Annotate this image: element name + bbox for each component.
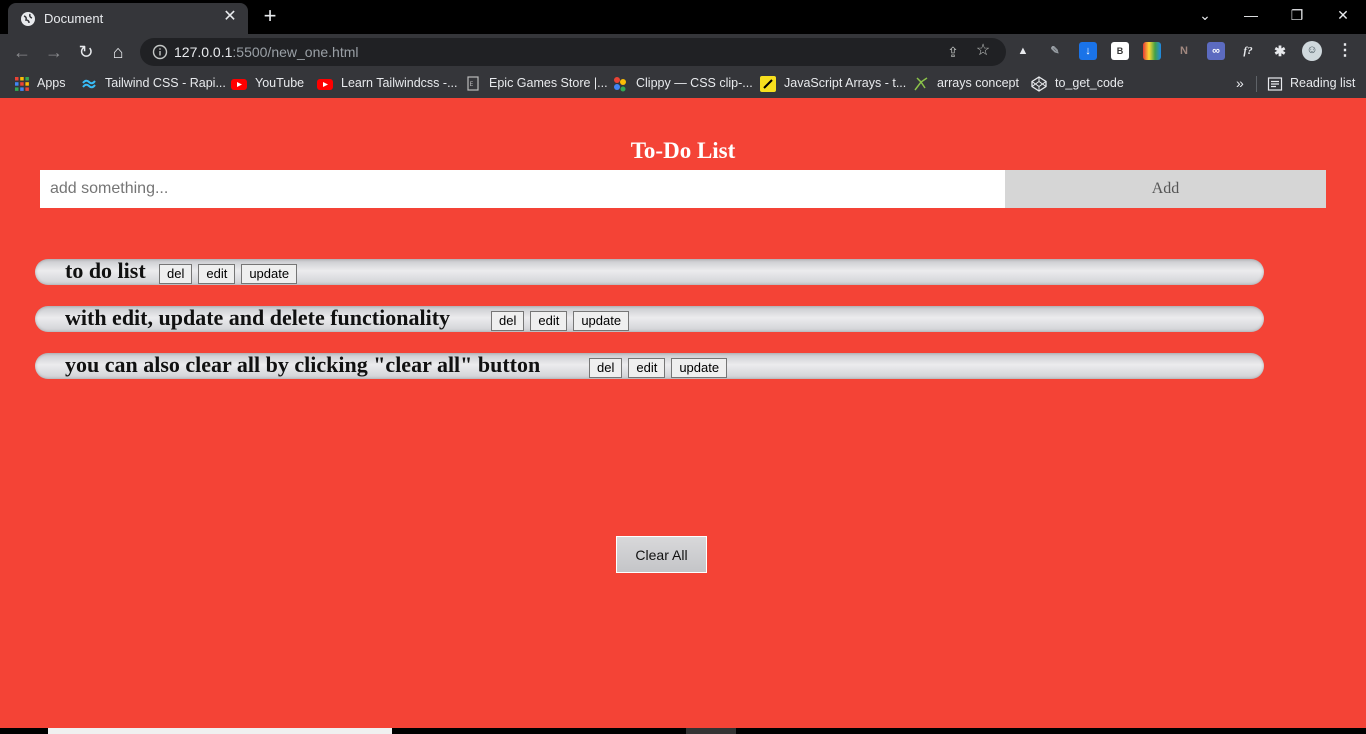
puzzle-extensions-icon[interactable]: ✱ [1271, 42, 1289, 60]
bookmark-epic-games[interactable]: Epic Games Store |... [489, 76, 608, 92]
todo-item: you can also clear all by clicking "clea… [35, 352, 1264, 379]
add-button[interactable]: Add [1005, 170, 1326, 208]
tab-bar: Document ✕ + ⌄ — ❐ ✕ [0, 0, 1366, 34]
bookmark-clippy[interactable]: Clippy — CSS clip-... [636, 76, 753, 92]
bookmark-tailwind[interactable]: Tailwind CSS - Rapi... [105, 76, 226, 92]
apps-grid-icon [15, 77, 29, 91]
bookmarks-bar: Apps Tailwind CSS - Rapi... YouTube Lear… [0, 70, 1366, 98]
address-bar[interactable]: 127.0.0.1:5500/new_one.html ⇪ ☆ [140, 38, 1006, 66]
globe-icon [21, 12, 35, 26]
forward-arrow-icon[interactable]: → [43, 41, 65, 63]
browser-toolbar: ← → ↻ ⌂ 127.0.0.1:5500/new_one.html ⇪ ☆ … [0, 34, 1366, 70]
delete-button[interactable]: del [589, 358, 623, 378]
menu-kebab-icon[interactable]: ⋮ [1336, 42, 1354, 60]
todo-item: with edit, update and delete functionali… [35, 305, 1264, 332]
reload-icon[interactable]: ↻ [75, 41, 97, 63]
download-extension-icon[interactable]: ↓ [1079, 42, 1097, 60]
clippy-icon [614, 77, 626, 92]
tab-search-chevron-icon[interactable]: ⌄ [1193, 5, 1217, 25]
minimize-button[interactable]: — [1239, 5, 1263, 25]
color-extension-icon[interactable] [1143, 42, 1161, 60]
tailwind-icon [82, 79, 96, 89]
back-arrow-icon[interactable]: ← [11, 41, 33, 63]
todo-item-text: to do list [65, 258, 146, 283]
svg-text:E: E [470, 81, 474, 88]
todo-input[interactable] [40, 170, 1005, 208]
taskbar-strip [0, 728, 1366, 734]
tab-title: Document [44, 11, 104, 26]
update-button[interactable]: update [671, 358, 728, 378]
browser-tab[interactable]: Document ✕ [8, 3, 248, 34]
new-tab-button[interactable]: + [260, 5, 280, 27]
page-title: To-Do List [630, 138, 736, 163]
arrays-concept-icon [914, 77, 928, 91]
edit-button[interactable]: edit [198, 264, 236, 284]
bookmarks-overflow-icon[interactable]: » [1236, 75, 1244, 91]
bookmark-to-get-code[interactable]: to_get_code [1055, 76, 1124, 92]
codepen-icon [1031, 76, 1047, 92]
reading-list-button[interactable]: Reading list [1290, 76, 1355, 92]
mountain-extension-icon[interactable]: ▲ [1014, 42, 1032, 60]
update-button[interactable]: update [573, 311, 630, 331]
youtube-icon [231, 79, 247, 90]
bookmark-apps[interactable]: Apps [37, 76, 66, 92]
ni-extension-icon[interactable]: N [1175, 42, 1193, 60]
page-content: To-Do List Add to do list del edit updat… [0, 98, 1366, 728]
todo-item: to do list del edit update [35, 258, 1264, 285]
delete-button[interactable]: del [159, 264, 193, 284]
restore-button[interactable]: ❐ [1285, 5, 1309, 25]
site-info-icon[interactable] [152, 44, 168, 60]
close-tab-icon[interactable]: ✕ [222, 9, 238, 25]
home-icon[interactable]: ⌂ [107, 41, 129, 63]
todo-item-actions: del edit update [491, 311, 630, 331]
todo-item-actions: del edit update [159, 264, 298, 284]
bookmark-arrays-concept[interactable]: arrays concept [937, 76, 1019, 92]
taskbar-segment [48, 728, 392, 734]
share-icon[interactable]: ⇪ [944, 43, 962, 61]
edit-button[interactable]: edit [628, 358, 666, 378]
taskbar-segment [686, 728, 736, 734]
youtube-icon [317, 79, 333, 90]
close-window-button[interactable]: ✕ [1331, 5, 1355, 25]
reading-list-icon [1267, 77, 1283, 91]
profile-avatar[interactable]: ☺ [1302, 41, 1322, 61]
todo-item-actions: del edit update [589, 358, 728, 378]
url-text: 127.0.0.1:5500/new_one.html [174, 44, 359, 60]
delete-button[interactable]: del [491, 311, 525, 331]
todo-item-text: with edit, update and delete functionali… [65, 305, 451, 330]
pen-extension-icon[interactable]: ✎ [1046, 42, 1064, 60]
javascript-icon [760, 76, 776, 92]
edit-button[interactable]: edit [530, 311, 568, 331]
link-extension-icon[interactable]: ∞ [1207, 42, 1225, 60]
bookmark-learn-tailwind[interactable]: Learn Tailwindcss -... [341, 76, 458, 92]
epic-games-icon: E [467, 76, 479, 91]
todo-item-text: you can also clear all by clicking "clea… [65, 352, 541, 377]
b-extension-icon[interactable]: B [1111, 42, 1129, 60]
clear-all-button[interactable]: Clear All [616, 536, 707, 573]
bookmark-star-icon[interactable]: ☆ [974, 42, 992, 60]
bookmark-javascript-arrays[interactable]: JavaScript Arrays - t... [784, 76, 906, 92]
update-button[interactable]: update [241, 264, 298, 284]
formula-extension-icon[interactable]: f? [1239, 42, 1257, 60]
bookmark-youtube[interactable]: YouTube [255, 76, 304, 92]
bookmarks-divider [1256, 76, 1257, 92]
